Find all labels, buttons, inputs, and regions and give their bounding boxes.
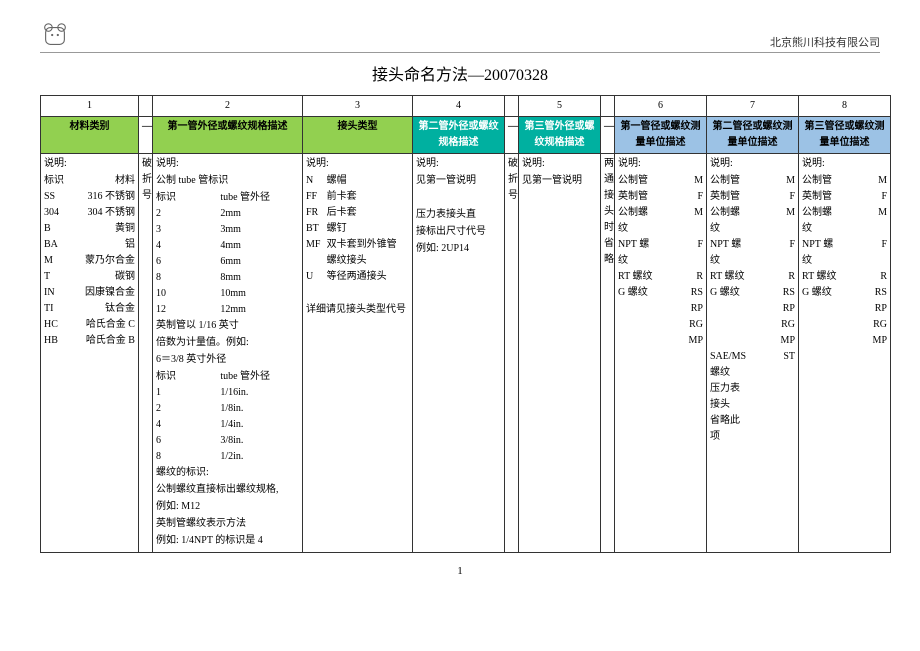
col-num: 4: [413, 96, 505, 117]
cell-type: 说明:N螺帽FF前卡套FR后卡套BT螺钉MF双卡套到外锥管螺纹接头U等径两通接头…: [303, 154, 413, 553]
col-num: 5: [519, 96, 601, 117]
cell-dash-b: 破折号: [505, 154, 519, 553]
col-num: 7: [707, 96, 799, 117]
col-num: 2: [153, 96, 303, 117]
cell-material: 说明:标识材料SS316 不锈钢304304 不锈钢B黄铜BA铝M蒙乃尔合金T碳…: [41, 154, 139, 553]
header-unit2: 第二管径或螺纹测量单位描述: [707, 117, 799, 154]
header-unit3: 第三管径或螺纹测量单位描述: [799, 117, 891, 154]
cell-pipe1: 说明:公制 tube 管标识标识tube 管外径22mm33mm44mm66mm…: [153, 154, 303, 553]
header-dash: —: [139, 117, 153, 154]
header-type: 接头类型: [303, 117, 413, 154]
cell-pipe3: 说明:见第一管说明: [519, 154, 601, 553]
cell-unit2: 说明:公制管M英制管F公制螺纹MNPT 螺纹FRT 螺纹RG 螺纹RSRPRGM…: [707, 154, 799, 553]
naming-table: 1 2 3 4 5 6 7 8 材料类别 — 第一管外径或螺纹规格描述 接头类型…: [40, 95, 891, 553]
header-pipe3: 第三管外径或螺纹规格描述: [519, 117, 601, 154]
logo-bear-icon: [40, 20, 70, 50]
header-pipe1: 第一管外径或螺纹规格描述: [153, 117, 303, 154]
cell-unit1: 说明:公制管M英制管F公制螺纹MNPT 螺纹FRT 螺纹RG 螺纹RSRPRGM…: [615, 154, 707, 553]
page-header: 北京熊川科技有限公司: [40, 20, 880, 53]
company-name: 北京熊川科技有限公司: [770, 34, 880, 50]
header-unit1: 第一管径或螺纹测量单位描述: [615, 117, 707, 154]
cell-unit3: 说明:公制管M英制管F公制螺纹MNPT 螺纹FRT 螺纹RG 螺纹RSRPRGM…: [799, 154, 891, 553]
cell-dash-c: 两通接头时省略: [601, 154, 615, 553]
header-dash: —: [505, 117, 519, 154]
col-num: 1: [41, 96, 139, 117]
col-num: 8: [799, 96, 891, 117]
cell-pipe2: 说明:见第一管说明 压力表接头直接标出尺寸代号例如: 2UP14: [413, 154, 505, 553]
header-dash: —: [601, 117, 615, 154]
page-title: 接头命名方法—20070328: [40, 61, 880, 85]
header-material: 材料类别: [41, 117, 139, 154]
col-num: 3: [303, 96, 413, 117]
page-number: 1: [40, 565, 880, 577]
col-num: 6: [615, 96, 707, 117]
header-pipe2: 第二管外径或螺纹规格描述: [413, 117, 505, 154]
cell-dash-a: 破折号: [139, 154, 153, 553]
